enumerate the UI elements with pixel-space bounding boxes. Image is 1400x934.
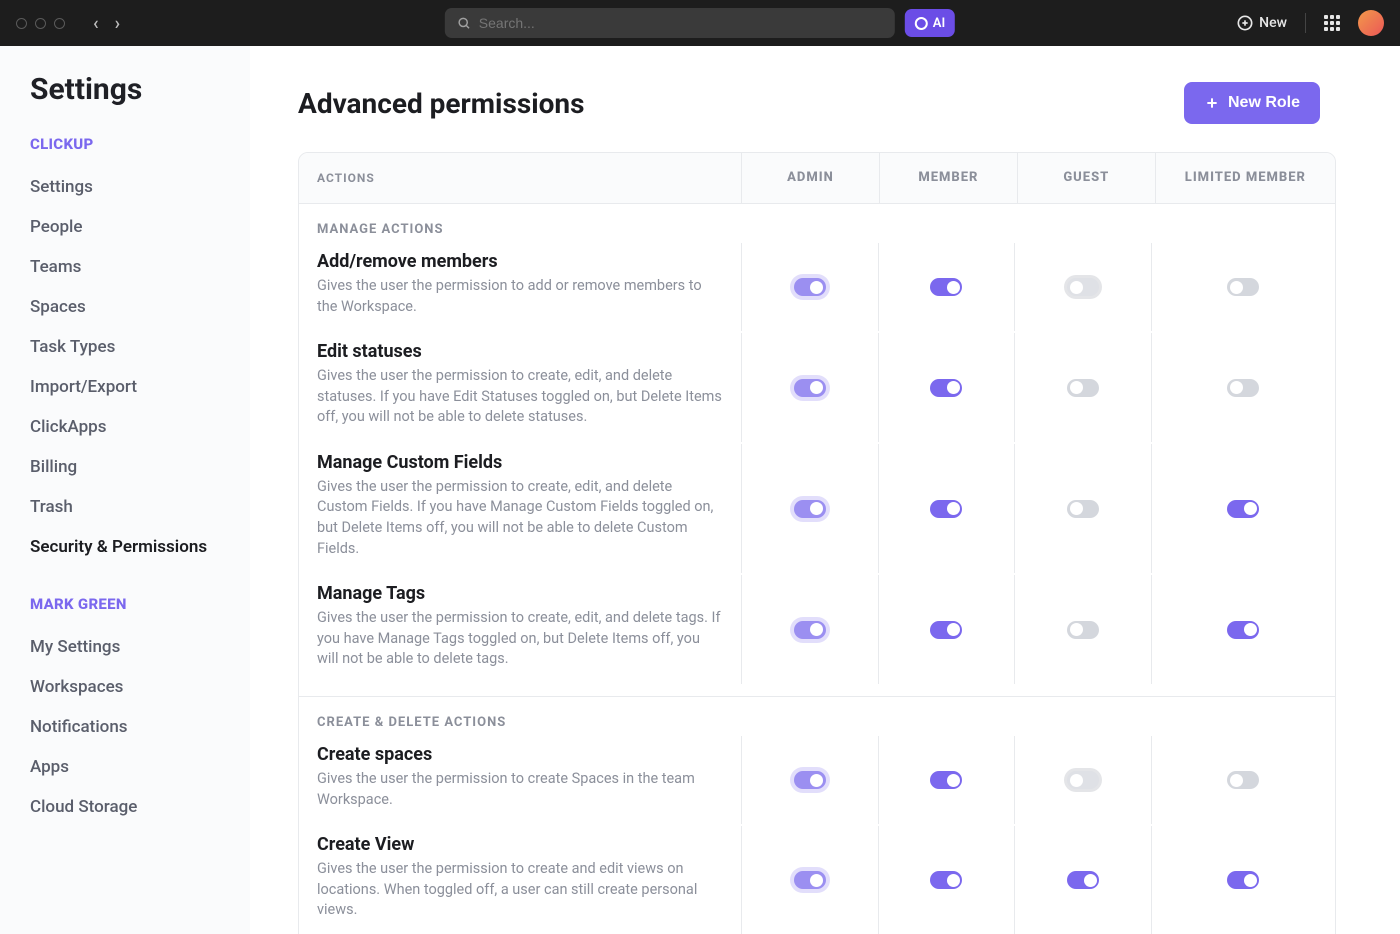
page-title: Advanced permissions [298,87,585,120]
main: Advanced permissions New Role ACTIONS AD… [250,46,1400,934]
search-input[interactable] [479,15,883,31]
toggle [1067,771,1099,789]
sidebar-section-label: CLICKUP [30,135,236,153]
new-role-button[interactable]: New Role [1184,82,1320,124]
permission-row: Create spaces Gives the user the permissi… [299,736,1335,824]
permission-description: Gives the user the permission to create,… [317,477,723,559]
toggle[interactable] [1227,379,1259,397]
permissions-table: ACTIONS ADMINMEMBERGUESTLIMITED MEMBER M… [298,152,1336,934]
topbar: ‹ › AI New [0,0,1400,46]
sidebar-item-people[interactable]: People [30,207,236,247]
permission-row: Create View Gives the user the permission… [299,826,1335,934]
permission-row: Manage Custom Fields Gives the user the p… [299,444,1335,573]
toggle [794,278,826,296]
permission-description: Gives the user the permission to add or … [317,276,723,317]
permission-title: Create spaces [317,744,723,765]
new-role-label: New Role [1228,94,1300,112]
ai-label: AI [933,16,945,31]
column-admin: ADMIN [741,153,879,203]
sidebar-section-label: MARK GREEN [30,595,236,613]
sidebar-item-notifications[interactable]: Notifications [30,707,236,747]
permission-title: Edit statuses [317,341,723,362]
sidebar-item-cloud-storage[interactable]: Cloud Storage [30,787,236,827]
column-actions: ACTIONS [299,153,741,203]
toggle[interactable] [930,278,962,296]
sidebar-item-task-types[interactable]: Task Types [30,327,236,367]
sidebar-item-security-permissions[interactable]: Security & Permissions [30,527,236,567]
column-limited-member: LIMITED MEMBER [1155,153,1335,203]
toggle[interactable] [1067,871,1099,889]
toggle[interactable] [1067,379,1099,397]
new-button[interactable]: New [1237,15,1287,31]
permission-row: Manage Tags Gives the user the permission… [299,575,1335,684]
toggle[interactable] [1227,771,1259,789]
table-header: ACTIONS ADMINMEMBERGUESTLIMITED MEMBER [299,153,1335,204]
new-label: New [1259,15,1287,31]
apps-grid-icon[interactable] [1324,15,1340,31]
permission-description: Gives the user the permission to create,… [317,608,723,670]
toggle [794,771,826,789]
permission-description: Gives the user the permission to create … [317,769,723,810]
column-member: MEMBER [879,153,1017,203]
divider [1305,13,1306,33]
column-guest: GUEST [1017,153,1155,203]
group-label: CREATE & DELETE ACTIONS [299,697,1335,736]
sidebar-item-my-settings[interactable]: My Settings [30,627,236,667]
toggle[interactable] [1067,500,1099,518]
sidebar-item-teams[interactable]: Teams [30,247,236,287]
window-controls [16,18,65,29]
toggle[interactable] [930,379,962,397]
forward-button[interactable]: › [115,13,120,34]
permission-title: Create View [317,834,723,855]
toggle[interactable] [930,500,962,518]
toggle[interactable] [930,621,962,639]
toggle [794,621,826,639]
search-icon [457,16,471,30]
sidebar-item-spaces[interactable]: Spaces [30,287,236,327]
toggle [794,379,826,397]
plus-icon [1204,95,1220,111]
permission-description: Gives the user the permission to create … [317,859,723,921]
plus-icon [1237,15,1253,31]
sidebar-item-settings[interactable]: Settings [30,167,236,207]
sidebar-item-trash[interactable]: Trash [30,487,236,527]
permission-description: Gives the user the permission to create,… [317,366,723,428]
nav-arrows: ‹ › [93,13,120,34]
toggle [794,871,826,889]
sidebar-title: Settings [30,72,236,107]
sidebar: Settings CLICKUPSettingsPeopleTeamsSpace… [0,46,250,934]
back-button[interactable]: ‹ [93,13,99,34]
avatar[interactable] [1358,10,1384,36]
sidebar-item-workspaces[interactable]: Workspaces [30,667,236,707]
toggle[interactable] [930,871,962,889]
permission-row: Edit statuses Gives the user the permissi… [299,333,1335,442]
search-input-wrap[interactable] [445,8,895,38]
permission-title: Manage Tags [317,583,723,604]
sidebar-item-billing[interactable]: Billing [30,447,236,487]
permission-title: Manage Custom Fields [317,452,723,473]
permission-title: Add/remove members [317,251,723,272]
toggle[interactable] [1227,871,1259,889]
sidebar-item-clickapps[interactable]: ClickApps [30,407,236,447]
toggle [794,500,826,518]
sidebar-item-apps[interactable]: Apps [30,747,236,787]
toggle[interactable] [1227,278,1259,296]
toggle[interactable] [930,771,962,789]
group-label: MANAGE ACTIONS [299,204,1335,243]
toggle[interactable] [1227,500,1259,518]
toggle [1067,278,1099,296]
ai-icon [915,17,928,30]
toggle[interactable] [1067,621,1099,639]
toggle[interactable] [1227,621,1259,639]
permission-row: Add/remove members Gives the user the per… [299,243,1335,331]
ai-button[interactable]: AI [905,9,955,37]
sidebar-item-import-export[interactable]: Import/Export [30,367,236,407]
